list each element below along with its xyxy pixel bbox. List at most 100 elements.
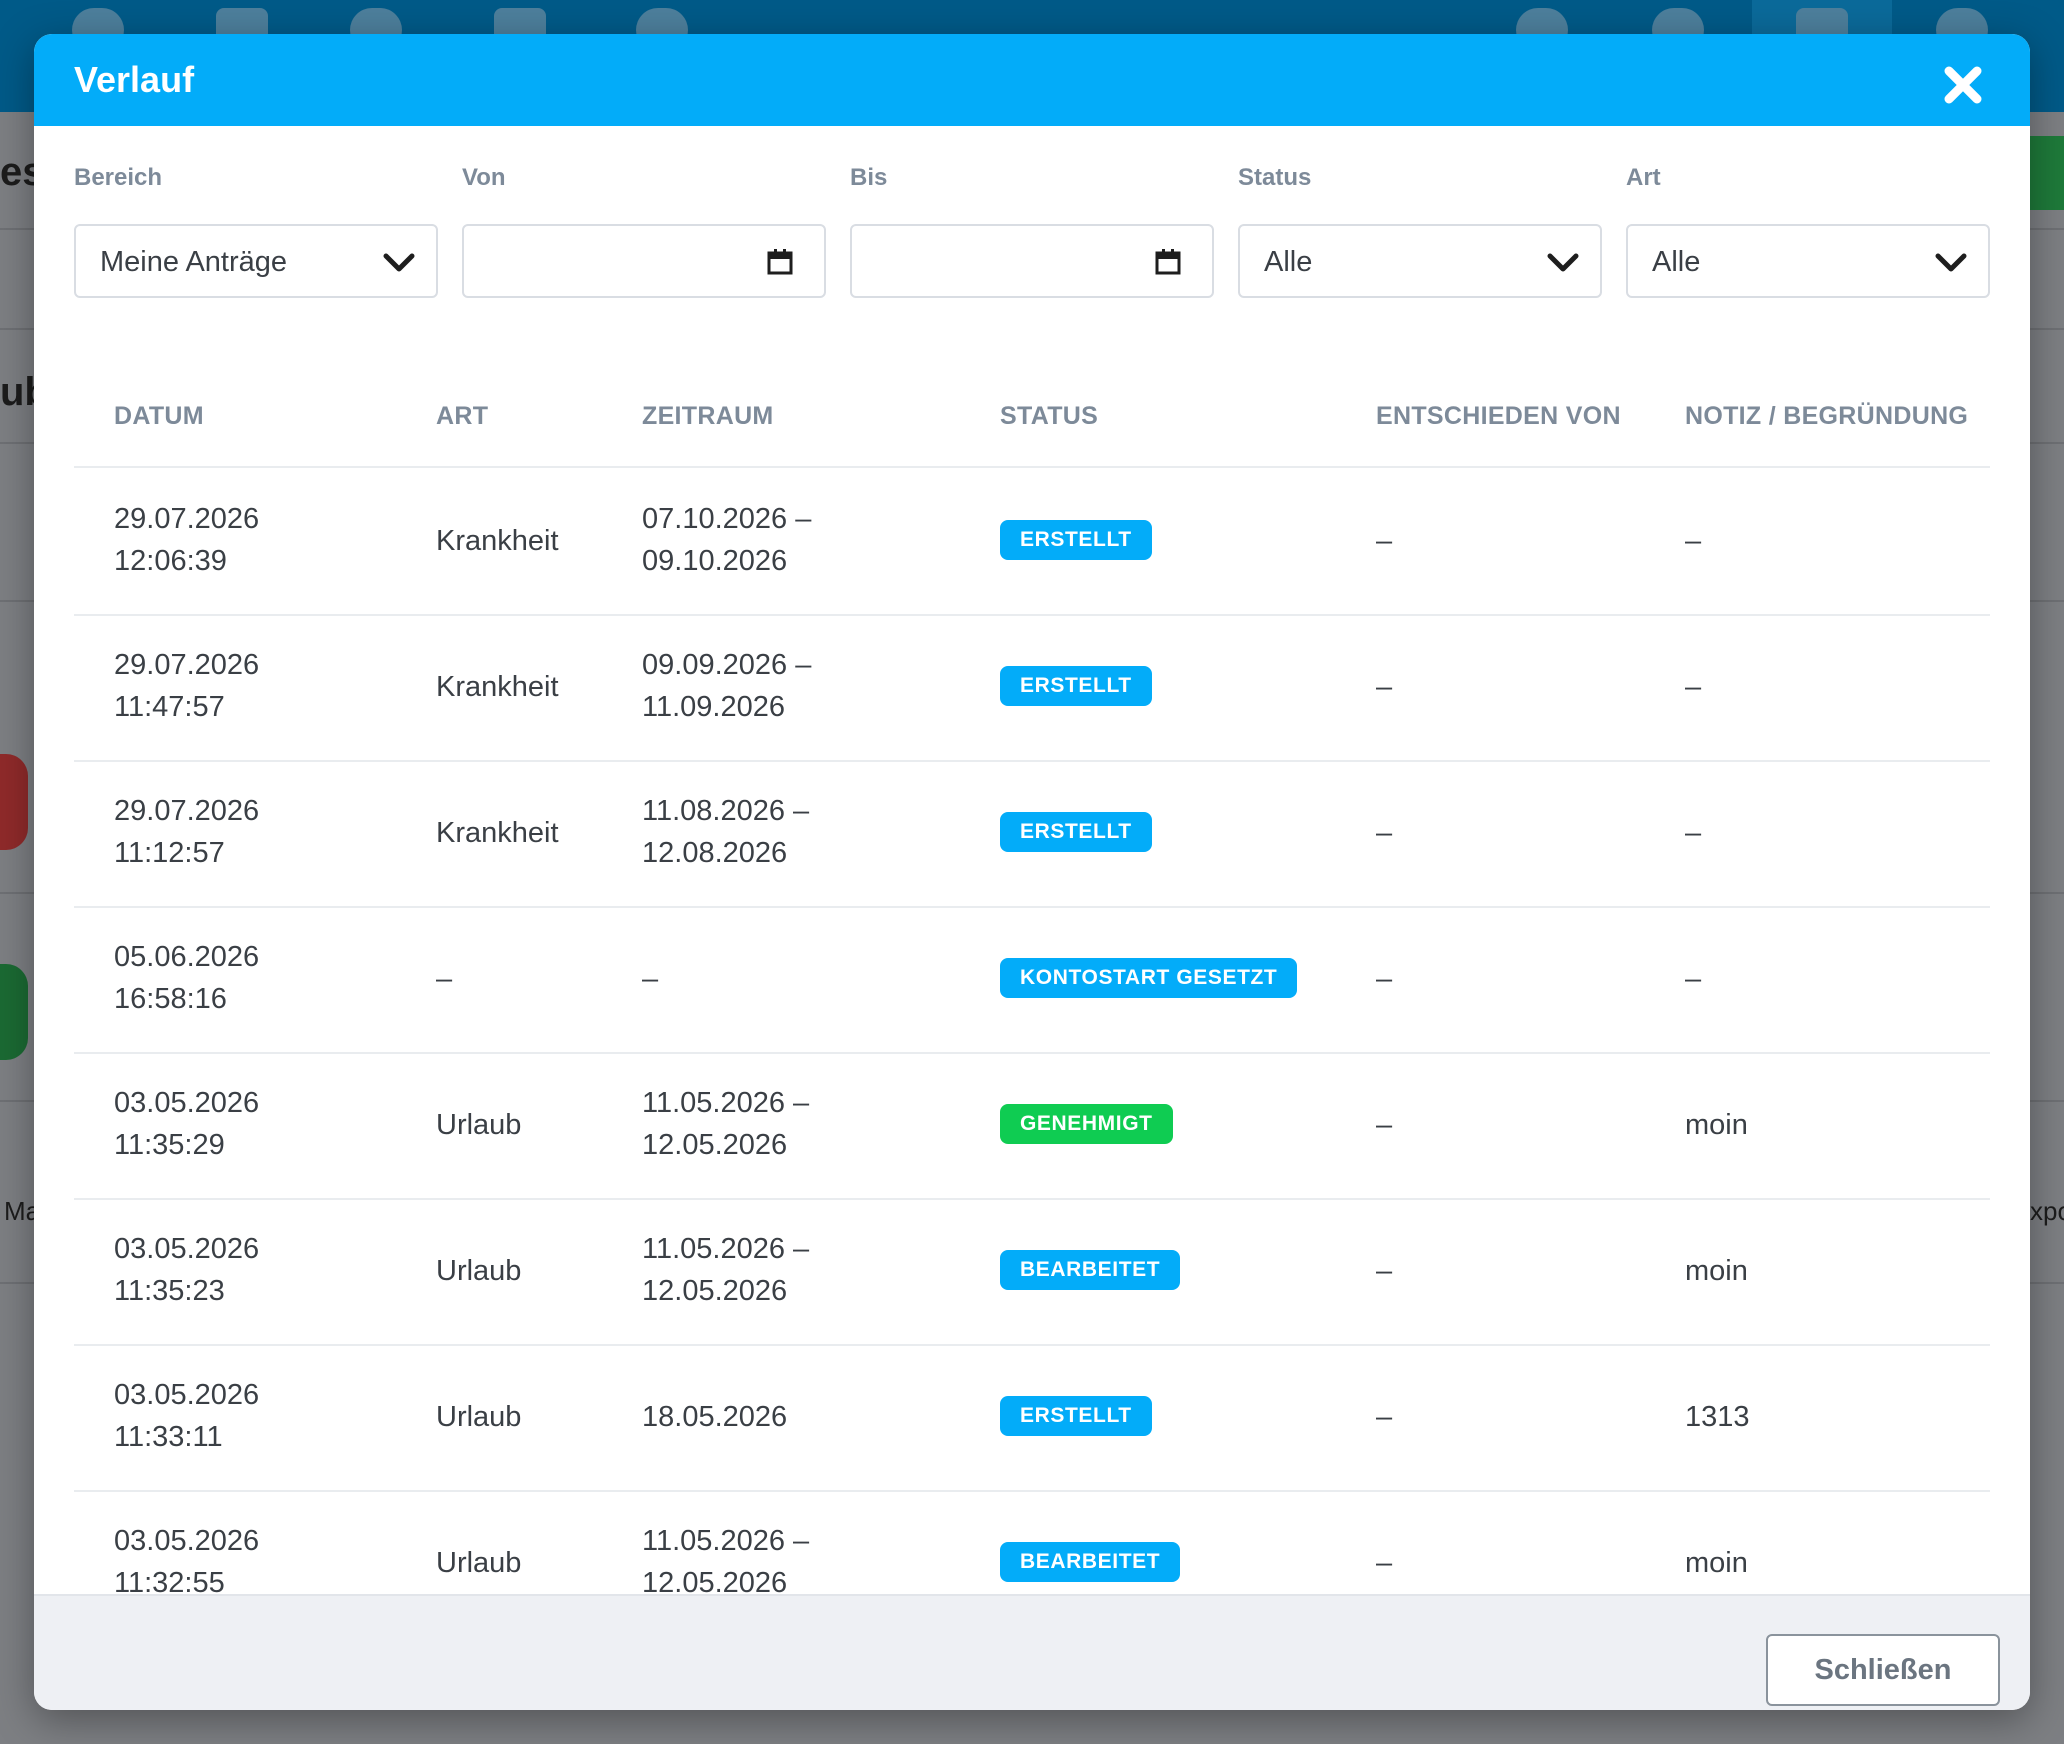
- range-start: 11.05.2026 –: [642, 1233, 810, 1265]
- date-text: 03.05.2026: [114, 1525, 260, 1557]
- bis-date-input[interactable]: [850, 224, 1214, 298]
- column-header-datum[interactable]: DATUM: [114, 354, 204, 478]
- zeitraum-cell: 18.05.2026: [642, 1401, 788, 1433]
- date-text: 03.05.2026: [114, 1379, 260, 1411]
- entschieden-von-cell: –: [1376, 817, 1393, 849]
- range-end: 09.10.2026: [642, 545, 788, 577]
- zeitraum-cell: 07.10.2026 – 09.10.2026: [642, 498, 811, 582]
- column-header-status[interactable]: STATUS: [1000, 354, 1098, 478]
- range-end: 11.09.2026: [642, 691, 785, 723]
- art-cell: Krankheit: [436, 525, 559, 557]
- date-text: 29.07.2026: [114, 649, 260, 681]
- status-badge: BEARBEITET: [1000, 1250, 1181, 1290]
- status-badge: ERSTELLT: [1000, 520, 1152, 560]
- filter-label: Bereich: [74, 164, 163, 191]
- table-row[interactable]: 05.06.2026 16:58:16 – – KONTOSTART GESETZ…: [74, 906, 1990, 1054]
- time-text: 12:06:39: [114, 545, 227, 577]
- art-select[interactable]: Alle: [1626, 224, 1990, 298]
- background-green-button: [0, 964, 28, 1060]
- notiz-cell: moin: [1685, 1255, 1748, 1287]
- table-row[interactable]: 29.07.2026 11:47:57 Krankheit 09.09.2026 …: [74, 614, 1990, 762]
- entschieden-von-cell: –: [1376, 671, 1393, 703]
- datum-cell: 03.05.2026 11:35:23: [114, 1228, 259, 1312]
- range-start: 11.05.2026 –: [642, 1525, 810, 1557]
- date-text: 29.07.2026: [114, 503, 260, 535]
- close-icon[interactable]: [1942, 64, 1984, 106]
- von-date-input[interactable]: [462, 224, 826, 298]
- datum-cell: 29.07.2026 12:06:39: [114, 498, 259, 582]
- time-text: 16:58:16: [114, 983, 227, 1015]
- range-start: 07.10.2026 –: [642, 503, 812, 535]
- table-row[interactable]: 03.05.2026 11:35:23 Urlaub 11.05.2026 – 12…: [74, 1198, 1990, 1346]
- filter-bis: Bis: [850, 158, 1214, 298]
- zeitraum-cell: 11.05.2026 – 12.05.2026: [642, 1520, 809, 1594]
- select-value: Alle: [1264, 246, 1313, 278]
- time-text: 11:47:57: [114, 691, 225, 723]
- table-row[interactable]: 03.05.2026 11:32:55 Urlaub 11.05.2026 – 12…: [74, 1490, 1990, 1594]
- time-text: 11:33:11: [114, 1421, 223, 1453]
- zeitraum-cell: 11.08.2026 – 12.08.2026: [642, 790, 809, 874]
- time-text: 11:35:23: [114, 1275, 225, 1307]
- status-badge: ERSTELLT: [1000, 1396, 1152, 1436]
- datum-cell: 03.05.2026 11:32:55: [114, 1520, 259, 1594]
- calendar-icon[interactable]: [766, 248, 794, 276]
- status-badge: BEARBEITET: [1000, 1542, 1181, 1582]
- notiz-cell: 1313: [1685, 1401, 1750, 1433]
- art-cell: Urlaub: [436, 1109, 522, 1141]
- status-select[interactable]: Alle: [1238, 224, 1602, 298]
- table-header: DATUM ART ZEITRAUM STATUS ENTSCHIEDEN VO…: [74, 354, 1990, 468]
- date-text: 03.05.2026: [114, 1233, 260, 1265]
- datum-cell: 29.07.2026 11:47:57: [114, 644, 259, 728]
- status-badge: ERSTELLT: [1000, 666, 1152, 706]
- background-red-button: [0, 754, 28, 850]
- calendar-icon[interactable]: [1154, 248, 1182, 276]
- entschieden-von-cell: –: [1376, 525, 1393, 557]
- table-row[interactable]: 03.05.2026 11:33:11 Urlaub 18.05.2026 ERS…: [74, 1344, 1990, 1492]
- bereich-select[interactable]: Meine Anträge: [74, 224, 438, 298]
- filter-label: Bis: [850, 164, 888, 191]
- time-text: 11:12:57: [114, 837, 225, 869]
- column-header-art[interactable]: ART: [436, 354, 488, 478]
- date-text: 03.05.2026: [114, 1087, 260, 1119]
- column-header-zeitraum[interactable]: ZEITRAUM: [642, 354, 774, 478]
- modal-footer: Schließen: [34, 1594, 2030, 1710]
- time-text: 11:32:55: [114, 1567, 225, 1594]
- entschieden-von-cell: –: [1376, 1401, 1393, 1433]
- status-badge: KONTOSTART GESETZT: [1000, 958, 1298, 998]
- date-text: 29.07.2026: [114, 795, 260, 827]
- entschieden-von-cell: –: [1376, 1547, 1393, 1579]
- filter-label: Von: [462, 164, 506, 191]
- notiz-cell: –: [1685, 817, 1702, 849]
- select-value: Meine Anträge: [100, 246, 288, 278]
- status-badge: ERSTELLT: [1000, 812, 1152, 852]
- background-edit-button: [2030, 136, 2064, 210]
- range-start: 11.05.2026 –: [642, 1087, 810, 1119]
- table-row[interactable]: 29.07.2026 12:06:39 Krankheit 07.10.2026 …: [74, 468, 1990, 616]
- close-button[interactable]: Schließen: [1766, 1634, 2000, 1706]
- notiz-cell: –: [1685, 671, 1702, 703]
- art-cell: Urlaub: [436, 1255, 522, 1287]
- filter-von: Von: [462, 158, 826, 298]
- table-row[interactable]: 03.05.2026 11:35:29 Urlaub 11.05.2026 – 12…: [74, 1052, 1990, 1200]
- table-row[interactable]: 29.07.2026 11:12:57 Krankheit 11.08.2026 …: [74, 760, 1990, 908]
- range-start: 09.09.2026 –: [642, 649, 812, 681]
- notiz-cell: moin: [1685, 1109, 1748, 1141]
- background-text-fragment: xpo: [2030, 1196, 2064, 1226]
- datum-cell: 03.05.2026 11:35:29: [114, 1082, 259, 1166]
- filter-status: Status Alle: [1238, 158, 1602, 298]
- chevron-down-icon: [1935, 253, 1967, 272]
- zeitraum-cell: 11.05.2026 – 12.05.2026: [642, 1082, 809, 1166]
- table-body: 29.07.2026 12:06:39 Krankheit 07.10.2026 …: [74, 468, 1990, 1594]
- art-cell: Urlaub: [436, 1401, 522, 1433]
- filter-label: Art: [1626, 164, 1661, 191]
- modal-header: Verlauf: [34, 34, 2030, 126]
- datum-cell: 03.05.2026 11:33:11: [114, 1374, 259, 1458]
- column-header-entschieden-von[interactable]: ENTSCHIEDEN VON: [1376, 354, 1621, 478]
- notiz-cell: –: [1685, 525, 1702, 557]
- time-text: 11:35:29: [114, 1129, 225, 1161]
- range-end: 12.05.2026: [642, 1275, 788, 1307]
- column-header-notiz[interactable]: NOTIZ / BEGRÜNDUNG: [1685, 354, 1968, 478]
- range-end: 12.05.2026: [642, 1129, 788, 1161]
- art-cell: Krankheit: [436, 671, 559, 703]
- zeitraum-cell: –: [642, 963, 659, 995]
